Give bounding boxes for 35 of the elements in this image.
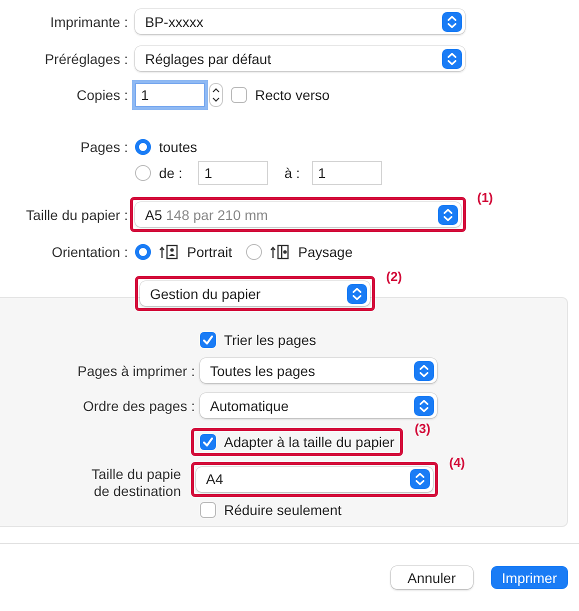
to-page-field[interactable]: 1 bbox=[312, 161, 382, 185]
radio-label: de : bbox=[159, 165, 182, 181]
popup-menu[interactable]: Toutes les pages bbox=[200, 358, 437, 383]
field-label: Préréglages : bbox=[44, 50, 128, 66]
checkbox-label: Adapter à la taille du papier bbox=[224, 434, 394, 450]
field-label: Pages à imprimer : bbox=[76, 362, 195, 378]
print-button[interactable]: Imprimer bbox=[490, 566, 568, 589]
popup-menu[interactable]: A5 148 par 210 mm bbox=[135, 202, 461, 227]
checkbox-label: Trier les pages bbox=[224, 332, 316, 348]
field-label: Taille du papier : bbox=[25, 206, 128, 222]
popup-menu[interactable]: Réglages par défaut bbox=[135, 46, 465, 71]
checkbox-label: Recto verso bbox=[255, 87, 330, 103]
popup-menu[interactable]: A4 bbox=[196, 466, 433, 492]
field-label: de destination bbox=[94, 483, 181, 500]
field-label: Copies : bbox=[76, 87, 128, 103]
callout-number: (2) bbox=[386, 269, 402, 284]
field-label: Imprimante : bbox=[49, 14, 128, 30]
from-page-field[interactable]: 1 bbox=[198, 161, 268, 185]
field-label: à : bbox=[284, 165, 300, 181]
field-label: Orientation : bbox=[50, 244, 128, 260]
radio-label: toutes bbox=[159, 139, 198, 155]
field-label: Ordre des pages : bbox=[82, 398, 195, 414]
copies-field[interactable]: 1 bbox=[135, 83, 205, 107]
field-label: Pages : bbox=[80, 139, 128, 155]
popup-menu[interactable]: Gestion du papier bbox=[140, 281, 370, 306]
popup-menu[interactable]: Automatique bbox=[200, 393, 437, 418]
callout-number: (4) bbox=[449, 454, 465, 470]
radio-label: Portrait bbox=[187, 244, 232, 260]
checkbox-label: Réduire seulement bbox=[224, 502, 342, 518]
radio-label: Paysage bbox=[298, 244, 353, 260]
callout-number: (3) bbox=[414, 421, 430, 436]
cancel-button[interactable]: Annuler bbox=[390, 566, 473, 589]
field-label: Taille du papie bbox=[91, 466, 181, 483]
popup-menu[interactable]: BP-xxxxx bbox=[135, 9, 465, 34]
callout-number: (1) bbox=[477, 190, 493, 205]
